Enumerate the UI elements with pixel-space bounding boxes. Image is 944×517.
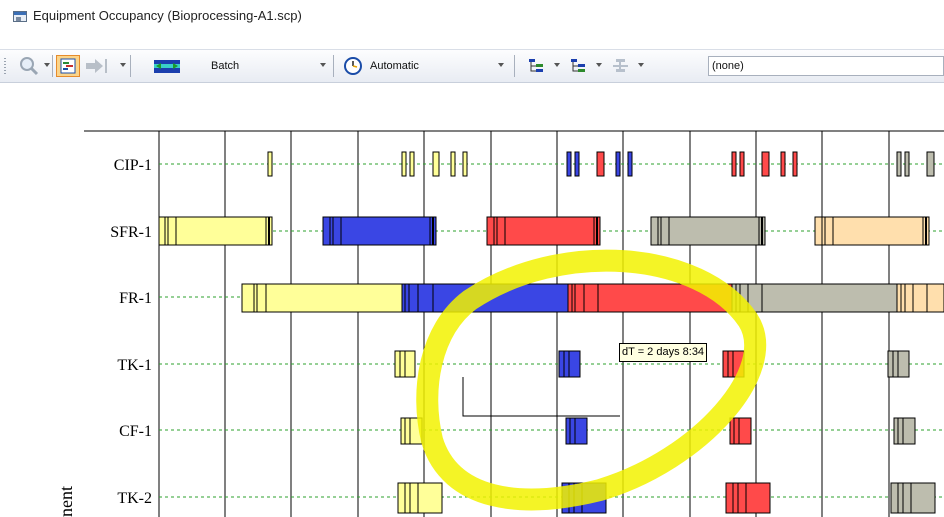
gantt-chart: CIP-1 SFR-1 FR-1 TK-1 CF-1 TK-2 nent — [56, 130, 944, 517]
cf-1-bars[interactable] — [400, 417, 916, 445]
fr-1-bars[interactable] — [241, 283, 944, 313]
row-label-cf-1: CF-1 — [119, 423, 152, 440]
occupancy-bar — [486, 216, 601, 246]
occupancy-bar — [926, 151, 935, 177]
cip-1-bars[interactable] — [267, 151, 935, 177]
occupancy-bar — [267, 151, 273, 177]
occupancy-bar — [904, 151, 910, 177]
occupancy-bar — [731, 151, 737, 177]
occupancy-bar — [566, 151, 572, 177]
measure-line — [462, 377, 620, 417]
occupancy-bar — [322, 216, 437, 246]
occupancy-bar — [780, 151, 786, 177]
row-label-cip-1: CIP-1 — [114, 157, 152, 174]
row-label-fr-1: FR-1 — [119, 290, 152, 307]
occupancy-bar — [792, 151, 798, 177]
occupancy-bar — [409, 151, 415, 177]
y-axis-label: nent — [56, 486, 76, 517]
occupancy-bar — [893, 417, 916, 445]
occupancy-bar — [761, 151, 770, 177]
row-label-sfr-1: SFR-1 — [110, 224, 152, 241]
occupancy-bar — [627, 151, 633, 177]
occupancy-bar — [650, 216, 766, 246]
row-label-tk-2: TK-2 — [117, 490, 152, 507]
row-gridlines — [159, 163, 944, 498]
cf-1-segment-lines — [404, 418, 904, 444]
occupancy-bar — [615, 151, 621, 177]
occupancy-bar — [596, 151, 605, 177]
occupancy-bar — [462, 151, 468, 177]
occupancy-bar — [896, 151, 902, 177]
occupancy-bar — [731, 283, 898, 313]
dt-tooltip: dT = 2 days 8:34 — [619, 343, 708, 362]
occupancy-bar — [896, 283, 944, 313]
occupancy-bar — [739, 151, 745, 177]
row-label-tk-1: TK-1 — [117, 357, 152, 374]
occupancy-bar — [565, 417, 588, 445]
vertical-gridlines — [224, 131, 890, 517]
occupancy-bar — [450, 151, 456, 177]
occupancy-bar — [814, 216, 930, 246]
occupancy-bar — [401, 151, 407, 177]
occupancy-bar — [432, 151, 440, 177]
occupancy-bar — [574, 151, 580, 177]
occupancy-bar — [729, 417, 752, 445]
